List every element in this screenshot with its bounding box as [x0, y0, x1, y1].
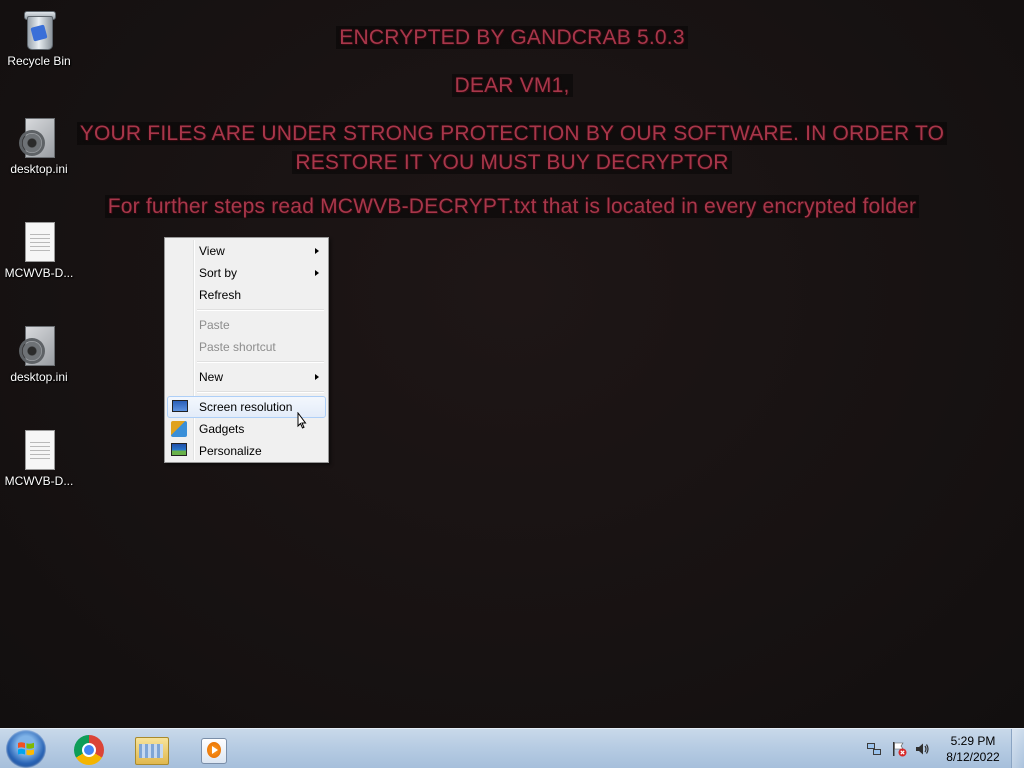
personalize-icon — [171, 443, 187, 456]
menu-item-refresh[interactable]: Refresh — [167, 284, 326, 306]
mouse-pointer-icon — [297, 412, 307, 429]
desktop[interactable]: ENCRYPTED BY GANDCRAB 5.0.3 DEAR VM1, YO… — [0, 0, 1024, 728]
ransom-title: ENCRYPTED BY GANDCRAB 5.0.3 — [0, 26, 1024, 50]
submenu-arrow-icon — [315, 374, 319, 380]
start-button[interactable] — [6, 730, 46, 768]
menu-item-paste-shortcut: Paste shortcut — [167, 336, 326, 358]
menu-separator — [197, 361, 324, 363]
desktop-icon-recycle-bin[interactable]: Recycle Bin — [1, 8, 77, 68]
menu-item-label: Sort by — [199, 266, 238, 280]
desktop-icon-ransom-note[interactable]: MCWVB-D... — [1, 220, 77, 280]
menu-item-new[interactable]: New — [167, 366, 326, 388]
desktop-icon-label: desktop.ini — [10, 370, 68, 384]
settings-file-icon — [19, 324, 59, 368]
ransom-message-line2: RESTORE IT YOU MUST BUY DECRYPTOR — [0, 151, 1024, 175]
volume-icon[interactable] — [914, 741, 930, 757]
monitor-icon — [172, 400, 188, 412]
menu-item-personalize[interactable]: Personalize — [167, 440, 326, 462]
recycle-bin-icon — [19, 8, 59, 52]
action-center-flag-icon[interactable] — [891, 741, 907, 757]
ransom-message-line1: YOUR FILES ARE UNDER STRONG PROTECTION B… — [0, 122, 1024, 146]
taskbar-app-chrome[interactable] — [60, 731, 118, 767]
chrome-icon — [74, 735, 104, 765]
text-file-icon — [19, 428, 59, 472]
ransom-instructions: For further steps read MCWVB-DECRYPT.txt… — [0, 195, 1024, 219]
menu-item-label: Personalize — [199, 444, 262, 458]
show-desktop-button[interactable] — [1011, 729, 1024, 768]
menu-item-label: View — [199, 244, 225, 258]
ransom-greeting: DEAR VM1, — [0, 74, 1024, 98]
clock-time: 5:29 PM — [950, 734, 996, 748]
taskbar-app-media-player[interactable] — [184, 731, 242, 767]
menu-item-label: Paste shortcut — [199, 340, 276, 354]
folder-icon — [135, 737, 169, 765]
system-clock[interactable]: 5:29 PM 8/12/2022 — [936, 733, 1010, 765]
submenu-arrow-icon — [315, 270, 319, 276]
menu-separator — [197, 309, 324, 311]
desktop-icon-label: MCWVB-D... — [4, 474, 74, 488]
taskbar-app-explorer[interactable] — [122, 731, 180, 767]
menu-item-view[interactable]: View — [167, 240, 326, 262]
settings-file-icon — [19, 116, 59, 160]
clock-date: 8/12/2022 — [946, 750, 1000, 764]
menu-separator — [197, 391, 324, 393]
desktop-icon-desktop-ini[interactable]: desktop.ini — [1, 324, 77, 384]
desktop-icon-label: Recycle Bin — [7, 54, 71, 68]
desktop-icon-desktop-ini[interactable]: desktop.ini — [1, 116, 77, 176]
menu-item-label: Refresh — [199, 288, 242, 302]
menu-item-label: Gadgets — [199, 422, 245, 436]
media-player-icon — [201, 738, 227, 764]
menu-item-sort-by[interactable]: Sort by — [167, 262, 326, 284]
text-file-icon — [19, 220, 59, 264]
menu-item-label: New — [199, 370, 224, 384]
menu-item-paste: Paste — [167, 314, 326, 336]
taskbar: 5:29 PM 8/12/2022 — [0, 728, 1024, 768]
windows-logo-icon — [18, 742, 34, 756]
desktop-icon-label: desktop.ini — [10, 162, 68, 176]
menu-item-label: Paste — [199, 318, 230, 332]
desktop-icon-ransom-note[interactable]: MCWVB-D... — [1, 428, 77, 488]
menu-item-label: Screen resolution — [199, 400, 293, 414]
desktop-icon-label: MCWVB-D... — [4, 266, 74, 280]
network-icon[interactable] — [866, 741, 882, 757]
submenu-arrow-icon — [315, 248, 319, 254]
gadgets-icon — [171, 421, 187, 437]
